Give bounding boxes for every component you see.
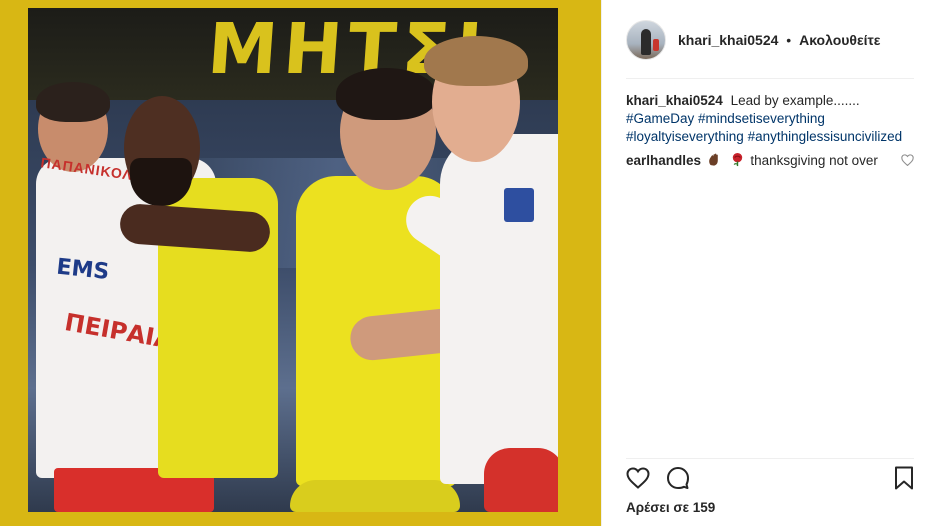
bookmark-icon bbox=[894, 466, 914, 495]
jersey-patch bbox=[504, 188, 534, 222]
avatar-figure bbox=[641, 29, 651, 55]
comment-button[interactable] bbox=[664, 466, 692, 494]
player-hair-left bbox=[36, 82, 110, 122]
player-white-jersey-right bbox=[440, 134, 558, 484]
instagram-post-view: ΜΗΤΣΙ ΠΑΠΑΝΙΚΟΛΑΟΥ 1 EMS ΠΕΙΡΑΙΑΣ bbox=[0, 0, 935, 526]
player-red-shorts-right bbox=[484, 448, 558, 512]
comment-text: thanksgiving not over bbox=[750, 153, 878, 168]
following-button[interactable]: Ακολουθείτε bbox=[799, 32, 880, 48]
waving-hand-emoji bbox=[707, 152, 722, 172]
rose-emoji bbox=[730, 152, 745, 172]
heart-icon bbox=[626, 466, 650, 494]
player-hair-right bbox=[424, 36, 528, 86]
comment-like-heart-icon[interactable] bbox=[901, 153, 914, 171]
post-actions-bar bbox=[624, 466, 918, 494]
post-side-panel: khari_khai0524 • Ακολουθείτε khari_khai0… bbox=[601, 0, 935, 526]
header-text: khari_khai0524 • Ακολουθείτε bbox=[678, 32, 880, 48]
comment-item: earlhandles thanksgiving not over bbox=[626, 152, 914, 172]
likes-count[interactable]: Αρέσει σε 159 bbox=[626, 500, 715, 515]
player-hair-center bbox=[336, 68, 436, 120]
comment-content: earlhandles thanksgiving not over bbox=[626, 152, 878, 172]
post-caption: khari_khai0524 Lead by example....... #G… bbox=[626, 92, 914, 146]
actions-divider bbox=[626, 458, 914, 459]
player-yellow-shorts-center bbox=[290, 480, 460, 512]
hashtag-link[interactable]: #loyaltyiseverything bbox=[626, 129, 744, 144]
header-divider bbox=[626, 78, 914, 79]
header-username-link[interactable]: khari_khai0524 bbox=[678, 32, 778, 48]
photo-frame: ΜΗΤΣΙ ΠΑΠΑΝΙΚΟΛΑΟΥ 1 EMS ΠΕΙΡΑΙΑΣ bbox=[28, 8, 558, 512]
comment-username-link[interactable]: earlhandles bbox=[626, 153, 701, 168]
caption-text: Lead by example....... bbox=[730, 93, 860, 108]
hashtag-link[interactable]: #GameDay bbox=[626, 111, 694, 126]
save-button[interactable] bbox=[890, 466, 918, 494]
header-separator: • bbox=[786, 32, 792, 48]
comments-section: khari_khai0524 Lead by example....... #G… bbox=[626, 92, 914, 172]
avatar[interactable] bbox=[626, 20, 666, 60]
avatar-accent bbox=[653, 39, 659, 51]
like-button[interactable] bbox=[624, 466, 652, 494]
hashtag-link[interactable]: #anythinglessisuncivilized bbox=[748, 129, 903, 144]
comment-bubble-icon bbox=[666, 466, 690, 495]
post-header: khari_khai0524 • Ακολουθείτε bbox=[626, 20, 914, 60]
caption-username-link[interactable]: khari_khai0524 bbox=[626, 93, 723, 108]
post-photo[interactable]: ΜΗΤΣΙ ΠΑΠΑΝΙΚΟΛΑΟΥ 1 EMS ΠΕΙΡΑΙΑΣ bbox=[0, 0, 601, 526]
hashtag-link[interactable]: #mindsetiseverything bbox=[698, 111, 825, 126]
